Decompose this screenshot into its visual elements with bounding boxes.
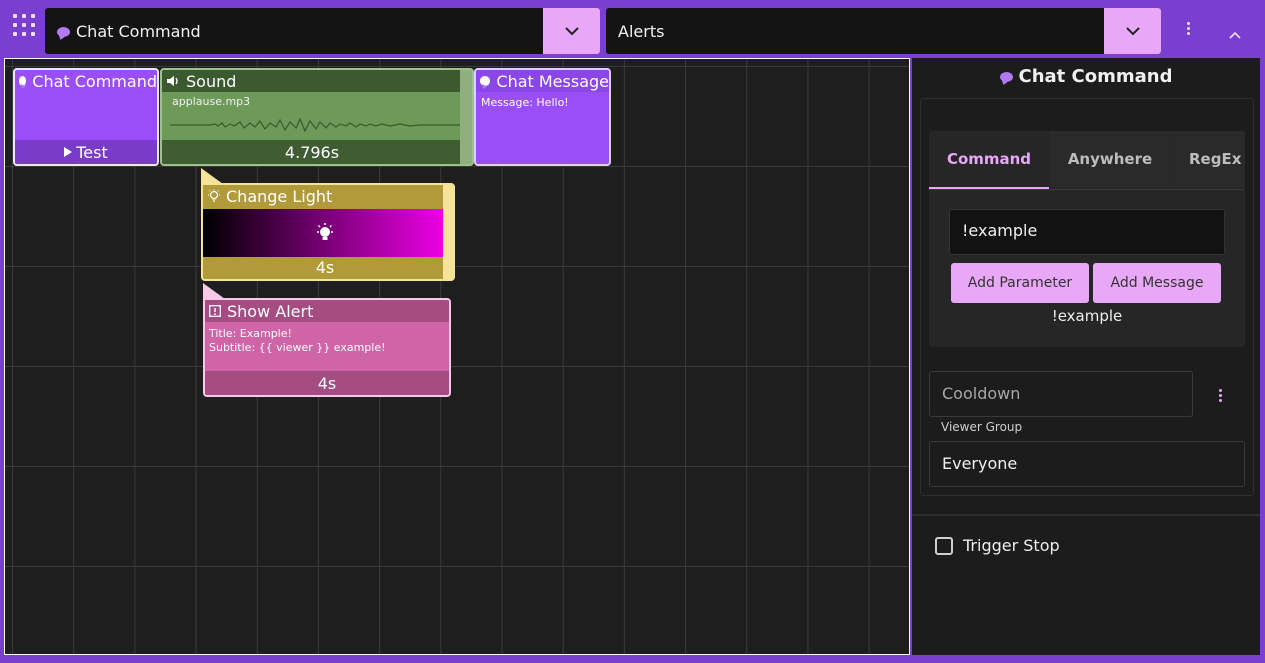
app-window: Chat Command Alerts Chat Command Test So… xyxy=(0,0,1265,663)
node-title: Sound xyxy=(186,71,237,91)
trigger-stop-checkbox[interactable] xyxy=(935,536,953,555)
node-change-light[interactable]: Change Light 4s xyxy=(201,183,455,281)
node-show-alert[interactable]: Show Alert Title: Example! Subtitle: {{ … xyxy=(203,298,451,397)
panel-title: Chat Command xyxy=(912,66,1260,87)
collapse-icon[interactable] xyxy=(1229,24,1241,43)
trigger-select-value: Chat Command xyxy=(76,21,201,41)
node-chat-message[interactable]: Chat Message Message: Hello! xyxy=(474,68,611,166)
tab-regex[interactable]: RegEx xyxy=(1171,131,1245,187)
settings-panel: Chat Command Command Anywhere RegEx !exa… xyxy=(912,58,1260,655)
alert-title-line: Title: Example! xyxy=(209,327,292,340)
viewer-group-label: Viewer Group xyxy=(941,420,1023,434)
trigger-stop-label: Trigger Stop xyxy=(963,536,1060,555)
connector xyxy=(203,283,225,299)
node-title: Chat Message xyxy=(496,71,609,91)
top-bar: Chat Command Alerts xyxy=(0,0,1265,58)
chat-bubble-icon xyxy=(57,27,70,37)
alert-duration: 4s xyxy=(205,371,449,395)
resize-handle[interactable] xyxy=(460,70,472,164)
play-icon xyxy=(64,147,73,157)
chevron-down-icon[interactable] xyxy=(543,8,600,54)
chat-bubble-icon xyxy=(480,76,491,86)
chat-bubble-icon xyxy=(19,76,27,86)
waveform xyxy=(170,117,460,133)
add-message-button[interactable]: Add Message xyxy=(1093,263,1221,303)
alert-subtitle-line: Subtitle: {{ viewer }} example! xyxy=(209,341,386,354)
tab-command[interactable]: Command xyxy=(929,131,1049,189)
chat-bubble-icon xyxy=(999,72,1013,82)
trigger-select[interactable]: Chat Command xyxy=(45,8,600,54)
test-label: Test xyxy=(76,142,108,162)
trigger-stop-row[interactable]: Trigger Stop xyxy=(935,536,1060,555)
node-sound[interactable]: Sound applause.mp3 4.796s xyxy=(160,68,474,166)
node-chat-command[interactable]: Chat Command Test xyxy=(13,68,159,166)
alert-icon xyxy=(209,305,221,317)
flow-canvas[interactable]: Chat Command Test Sound applause.mp3 4.7… xyxy=(4,58,910,655)
node-title: Show Alert xyxy=(227,301,314,321)
message-detail: Message: Hello! xyxy=(481,96,569,109)
chevron-down-icon[interactable] xyxy=(1104,8,1161,54)
app-grid-icon[interactable] xyxy=(13,14,35,36)
command-input[interactable]: !example xyxy=(949,209,1225,255)
node-title: Change Light xyxy=(226,186,333,206)
sound-file: applause.mp3 xyxy=(172,95,251,108)
command-tabs: Command Anywhere RegEx !example Add Para… xyxy=(929,131,1245,347)
node-title: Chat Command xyxy=(32,71,157,91)
viewer-group-select[interactable]: Everyone xyxy=(929,441,1245,487)
tab-bar: Command Anywhere RegEx xyxy=(929,131,1245,190)
more-options-icon[interactable] xyxy=(1187,22,1191,37)
light-gradient-preview xyxy=(203,209,447,257)
test-button[interactable]: Test xyxy=(15,140,157,164)
trigger-settings-card: Command Anywhere RegEx !example Add Para… xyxy=(920,98,1254,496)
resize-handle[interactable] xyxy=(443,185,453,279)
more-options-icon[interactable] xyxy=(1219,389,1223,404)
lightbulb-icon xyxy=(317,223,333,240)
tab-anywhere[interactable]: Anywhere xyxy=(1050,131,1170,187)
light-duration: 4s xyxy=(315,257,335,277)
lightbulb-icon xyxy=(207,189,221,203)
connector xyxy=(201,168,223,184)
group-select-value: Alerts xyxy=(618,21,665,41)
divider xyxy=(912,514,1260,516)
cooldown-input[interactable]: Cooldown xyxy=(929,371,1193,417)
command-preview: !example xyxy=(1051,307,1123,325)
speaker-icon xyxy=(166,75,180,87)
group-select[interactable]: Alerts xyxy=(606,8,1161,54)
sound-duration: 4.796s xyxy=(162,140,462,164)
add-parameter-button[interactable]: Add Parameter xyxy=(951,263,1089,303)
